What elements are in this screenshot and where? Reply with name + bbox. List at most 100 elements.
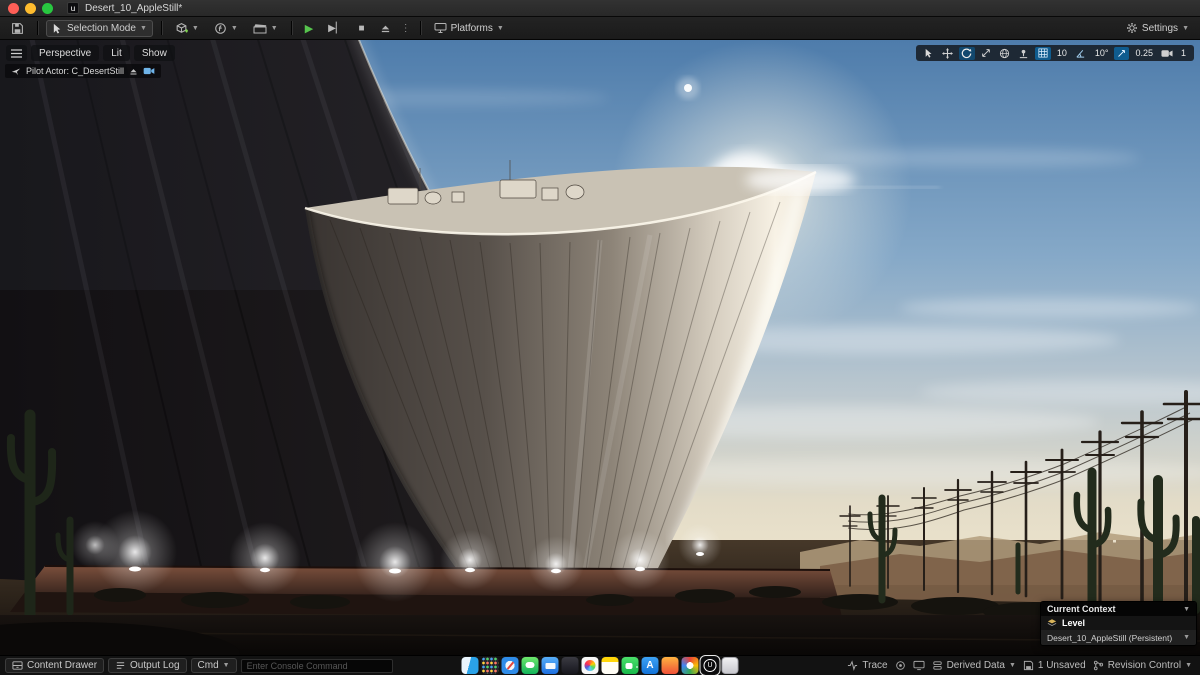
- grid-snap-value[interactable]: 10: [1054, 48, 1070, 58]
- selection-mode-label: Selection Mode: [67, 23, 136, 34]
- pilot-actor-bar[interactable]: Pilot Actor: C_DesertStill: [5, 64, 161, 78]
- zoom-window-button[interactable]: [42, 3, 53, 14]
- hamburger-icon: [11, 49, 22, 58]
- play-button[interactable]: ▶: [300, 20, 318, 37]
- scale-icon: [981, 48, 991, 58]
- cmd-dropdown[interactable]: Cmd ▼: [191, 658, 237, 673]
- unsaved-button[interactable]: 1 Unsaved: [1023, 660, 1086, 671]
- surface-snapping-button[interactable]: [1016, 47, 1032, 60]
- console-input[interactable]: [241, 659, 393, 673]
- lit-label: Lit: [111, 48, 122, 59]
- chevron-down-icon: ▼: [192, 25, 199, 32]
- scale-snap-value[interactable]: 0.25: [1132, 48, 1156, 58]
- dock-icon-tv[interactable]: [562, 657, 579, 674]
- content-drawer-button[interactable]: Content Drawer: [5, 658, 104, 673]
- context-level-selector[interactable]: Desert_10_AppleStill (Persistent) ▼: [1041, 630, 1196, 645]
- dock-icon-swift[interactable]: [662, 657, 679, 674]
- skip-button[interactable]: ▶▏: [323, 20, 348, 37]
- rotation-snap-toggle[interactable]: [1073, 47, 1089, 60]
- viewport-scene[interactable]: [0, 40, 1200, 655]
- dock-icon-finder[interactable]: [462, 657, 479, 674]
- display-button[interactable]: [913, 660, 925, 671]
- cinematics-dropdown[interactable]: ▼: [248, 20, 283, 37]
- level-label: Level: [1062, 618, 1085, 628]
- camera-icon: [1161, 49, 1173, 58]
- minimize-window-button[interactable]: [25, 3, 36, 14]
- dock-icon-unreal[interactable]: [702, 657, 719, 674]
- viewport-toolbar-right: 10 10° 0.25 1: [916, 45, 1194, 61]
- trace-button[interactable]: Trace: [847, 660, 887, 671]
- camera-speed-value[interactable]: 1: [1178, 48, 1189, 58]
- rotate-tool-button[interactable]: [959, 47, 975, 60]
- move-tool-button[interactable]: [940, 47, 956, 60]
- eject-pilot-icon[interactable]: [129, 67, 138, 76]
- screenshot-target-button[interactable]: [895, 660, 906, 671]
- revision-control-dropdown[interactable]: Revision Control ▼: [1093, 660, 1192, 671]
- main-toolbar: Selection Mode ▼ ▼ ▼ ▼ ▶ ▶▏ ■ ⋮ Platform…: [0, 17, 1200, 40]
- platforms-label: Platforms: [451, 23, 493, 34]
- dock-icon-launchpad[interactable]: [482, 657, 499, 674]
- cursor-icon: [924, 48, 934, 58]
- rotate-icon: [961, 48, 972, 59]
- pilot-actor-label: Pilot Actor: C_DesertStill: [26, 66, 124, 76]
- dock-icon-photos[interactable]: [582, 657, 599, 674]
- level-viewport[interactable]: Perspective Lit Show: [0, 40, 1200, 655]
- viewport-toolbar-left: Perspective Lit Show: [6, 45, 175, 61]
- trace-icon: [847, 660, 858, 671]
- current-context-header[interactable]: Current Context ▼: [1041, 602, 1196, 616]
- play-options-menu[interactable]: ⋮: [401, 23, 412, 34]
- dock-icon-browser[interactable]: [682, 657, 699, 674]
- eject-button[interactable]: [375, 20, 396, 37]
- camera-speed-button[interactable]: [1159, 47, 1175, 60]
- platforms-dropdown[interactable]: Platforms ▼: [429, 20, 509, 37]
- output-log-button[interactable]: Output Log: [108, 658, 186, 673]
- scale-snap-toggle[interactable]: [1114, 47, 1129, 60]
- blueprint-icon: [214, 22, 227, 35]
- dock-icon-facetime[interactable]: [622, 657, 639, 674]
- level-icon: [1047, 618, 1057, 628]
- settings-label: Settings: [1142, 23, 1178, 34]
- select-tool-button[interactable]: [921, 47, 937, 60]
- branch-icon: [1093, 660, 1104, 671]
- pilot-icon: [11, 66, 21, 76]
- show-dropdown[interactable]: Show: [134, 45, 175, 61]
- output-log-icon: [115, 660, 126, 671]
- settings-dropdown[interactable]: Settings ▼: [1121, 20, 1194, 37]
- stop-button[interactable]: ■: [354, 20, 370, 37]
- status-bar: Content Drawer Output Log Cmd ▼ A: [0, 655, 1200, 675]
- world-local-toggle[interactable]: [997, 47, 1013, 60]
- derived-data-label: Derived Data: [947, 660, 1005, 671]
- selection-mode-dropdown[interactable]: Selection Mode ▼: [46, 20, 153, 37]
- dock-icon-safari[interactable]: [502, 657, 519, 674]
- rotation-snap-value[interactable]: 10°: [1092, 48, 1112, 58]
- perspective-dropdown[interactable]: Perspective: [31, 45, 99, 61]
- derived-data-dropdown[interactable]: Derived Data ▼: [932, 660, 1016, 671]
- chevron-down-icon: ▼: [271, 25, 278, 32]
- dock-icon-trash[interactable]: [722, 657, 739, 674]
- globe-icon: [999, 48, 1010, 59]
- status-bar-right: Trace Derived Data ▼ 1 Unsaved Revision …: [847, 660, 1195, 671]
- save-button[interactable]: [6, 20, 29, 37]
- dock-icon-mail[interactable]: [542, 657, 559, 674]
- viewport-options-menu[interactable]: [6, 45, 27, 61]
- gear-icon: [1126, 22, 1138, 34]
- dock-icon-notes[interactable]: [602, 657, 619, 674]
- close-window-button[interactable]: [8, 3, 19, 14]
- unsaved-save-icon: [1023, 660, 1034, 671]
- pilot-camera-icon[interactable]: [143, 67, 155, 75]
- grid-snap-toggle[interactable]: [1035, 47, 1051, 60]
- scale-tool-button[interactable]: [978, 47, 994, 60]
- chevron-down-icon: ▼: [1183, 606, 1190, 613]
- add-actor-dropdown[interactable]: ▼: [170, 20, 204, 37]
- view-mode-dropdown[interactable]: Lit: [103, 45, 130, 61]
- level-value: Desert_10_AppleStill (Persistent): [1047, 633, 1172, 643]
- current-context-label: Current Context: [1047, 604, 1116, 614]
- dock-icon-appstore[interactable]: A: [642, 657, 659, 674]
- dock-icon-messages[interactable]: [522, 657, 539, 674]
- scale-snap-icon: [1117, 49, 1126, 58]
- macos-dock: A: [462, 657, 739, 674]
- blueprints-dropdown[interactable]: ▼: [209, 20, 243, 37]
- content-drawer-icon: [12, 660, 23, 671]
- status-bar-left: Content Drawer Output Log Cmd ▼: [5, 658, 393, 673]
- revision-control-label: Revision Control: [1108, 660, 1181, 671]
